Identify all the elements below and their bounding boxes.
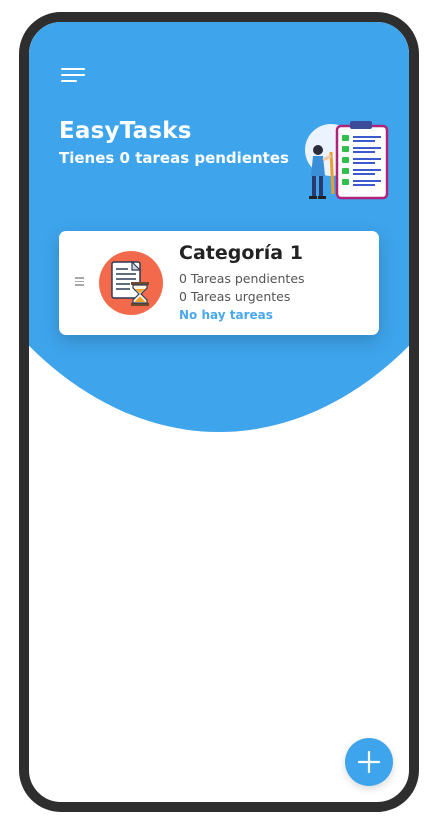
drag-handle-icon[interactable]: [75, 277, 85, 286]
category-card[interactable]: Categoría 1 0 Tareas pendientes 0 Tareas…: [59, 231, 379, 335]
add-task-button[interactable]: [345, 738, 393, 786]
pending-tasks-summary: Tienes 0 tareas pendientes: [59, 149, 289, 167]
app-title: EasyTasks: [59, 118, 192, 144]
hamburger-menu-icon[interactable]: [61, 66, 87, 86]
checklist-illustration-icon: [305, 121, 389, 200]
device-frame: EasyTasks Tienes 0 tareas pendientes Cat…: [19, 12, 419, 812]
category-urgent-count: 0 Tareas urgentes: [179, 289, 291, 304]
category-status: No hay tareas: [179, 308, 273, 322]
document-hourglass-icon: [99, 251, 163, 315]
category-pending-count: 0 Tareas pendientes: [179, 271, 305, 286]
plus-icon: [357, 750, 381, 774]
app-screen: EasyTasks Tienes 0 tareas pendientes Cat…: [29, 22, 409, 802]
category-title: Categoría 1: [179, 242, 303, 264]
